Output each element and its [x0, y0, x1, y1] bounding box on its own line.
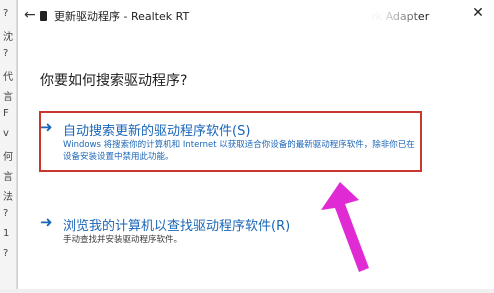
strip-char: 代	[3, 72, 13, 83]
strip-char: 法	[3, 192, 13, 203]
pointer-annotation-arrow	[321, 182, 369, 272]
strip-char: v	[3, 128, 9, 139]
highlight-annotation-box	[39, 111, 422, 172]
device-icon	[40, 11, 47, 21]
blurred-region	[228, 6, 418, 24]
strip-char: ?	[3, 8, 9, 19]
background-window-strip: ? 沈 ? 代 言 F v 何 言 法 ? 1 ?	[0, 0, 17, 293]
bottom-edge	[0, 289, 494, 293]
strip-char: 1	[3, 228, 10, 239]
close-icon[interactable]: ✕	[466, 2, 490, 24]
strip-char: 何	[3, 152, 13, 163]
strip-char: ?	[3, 208, 9, 219]
strip-char: ?	[3, 248, 9, 259]
right-arrow-icon: ➜	[40, 213, 53, 231]
back-arrow-icon[interactable]: ←	[24, 7, 36, 23]
strip-char: F	[3, 108, 9, 119]
strip-char: 言	[3, 92, 13, 103]
option-title: 浏览我的计算机以查找驱动程序软件(R)	[63, 219, 291, 234]
strip-char: 言	[3, 172, 13, 183]
dialog-titlebar: ← 更新驱动程序 - Realtek RTrk Adapter ✕	[18, 0, 494, 30]
dialog-question: 你要如何搜索驱动程序?	[40, 73, 188, 89]
strip-char: ?	[3, 48, 9, 59]
strip-char: 沈	[3, 32, 13, 43]
